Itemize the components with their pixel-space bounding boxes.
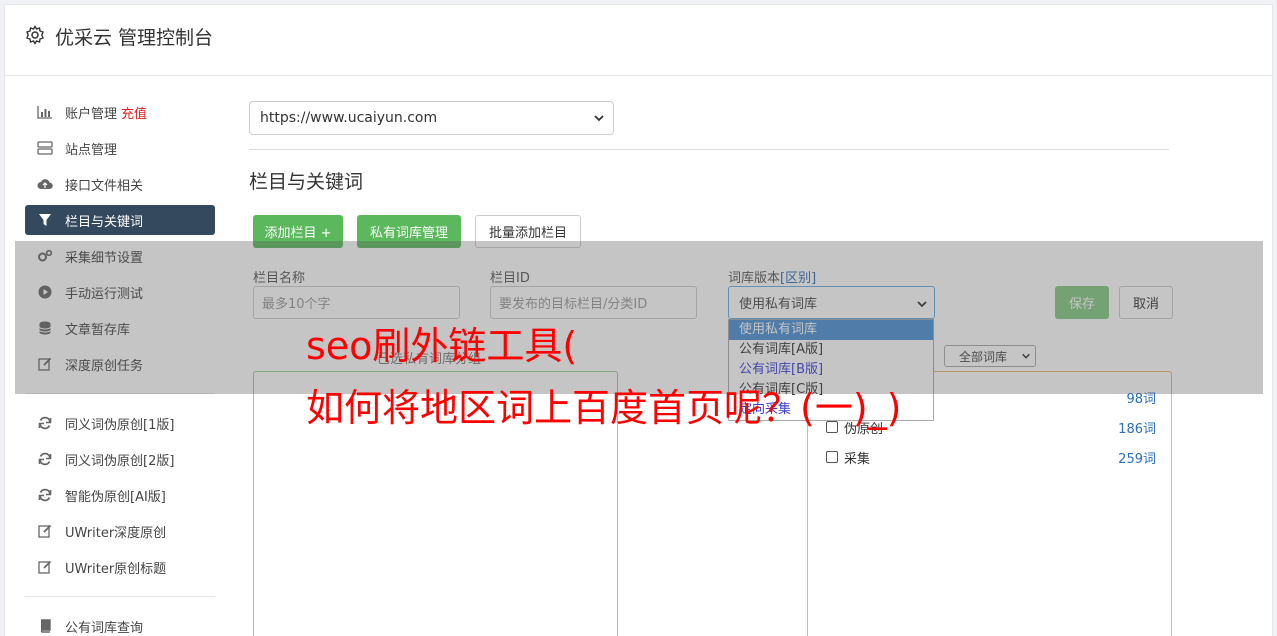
sidebar-item-synonym-v1[interactable]: 同义词伪原创[1版] (25, 408, 215, 438)
refresh-icon (37, 487, 53, 503)
site-select-value: https://www.ucaiyun.com (260, 110, 438, 126)
lib-count: 259词 (1118, 451, 1156, 467)
gear-icon (26, 25, 44, 45)
sidebar-item-label: 同义词伪原创[2版] (65, 453, 175, 469)
sidebar-item-ai-original[interactable]: 智能伪原创[AI版] (25, 480, 215, 510)
sidebar-item-uwriter-deep[interactable]: UWriter深度原创 (25, 516, 215, 546)
sidebar-item-label: 公有词库查询 (65, 620, 144, 636)
sidebar-item-label: 智能伪原创[AI版] (65, 489, 166, 505)
refresh-icon (37, 415, 53, 431)
overlay-band (15, 241, 1263, 394)
lib-checkbox[interactable] (826, 451, 838, 463)
sidebar-item-label: 账户管理 (65, 106, 118, 122)
sidebar-item-synonym-v2[interactable]: 同义词伪原创[2版] (25, 444, 215, 474)
chevron-down-icon (594, 115, 604, 122)
edit-icon (37, 559, 53, 575)
refresh-icon (37, 451, 53, 467)
overlay-title-line1: seo刷外链工具( (306, 324, 578, 368)
site-select[interactable]: https://www.ucaiyun.com (249, 101, 614, 135)
sidebar-item-sites[interactable]: 站点管理 (25, 133, 215, 163)
edit-icon (37, 523, 53, 539)
lib-name: 采集 (844, 451, 871, 467)
filter-icon (37, 212, 53, 228)
sidebar-item-label: 栏目与关键词 (65, 214, 144, 230)
sidebar-item-uwriter-title[interactable]: UWriter原创标题 (25, 552, 215, 582)
sidebar-item-account[interactable]: 账户管理 充值 (25, 97, 215, 127)
page-title: 优采云 管理控制台 (55, 27, 214, 49)
lib-row[interactable]: 采集 259词 (826, 447, 1156, 467)
sidebar-item-interface[interactable]: 接口文件相关 (25, 169, 215, 199)
bar-chart-icon (37, 104, 53, 120)
sidebar-item-label: UWriter深度原创 (65, 525, 167, 541)
sidebar-item-label: 接口文件相关 (65, 178, 144, 194)
recharge-link[interactable]: 充值 (121, 103, 147, 122)
sidebar-divider (25, 596, 215, 597)
page-header: 优采云 管理控制台 (5, 5, 1272, 76)
sidebar-item-label: 同义词伪原创[1版] (65, 417, 175, 433)
book-icon (37, 618, 53, 634)
section-title: 栏目与关键词 (249, 171, 364, 193)
sidebar-item-columns[interactable]: 栏目与关键词 (25, 205, 215, 235)
server-icon (37, 140, 53, 156)
overlay-title-line2: 如何将地区词上百度首页呢？(一)_) (306, 386, 902, 430)
sidebar-item-label: 站点管理 (65, 142, 118, 158)
cloud-upload-icon (37, 176, 53, 192)
lib-count: 186词 (1118, 421, 1156, 437)
sidebar-item-public-lib[interactable]: 公有词库查询 (25, 611, 215, 636)
divider (249, 149, 1169, 150)
sidebar-item-label: UWriter原创标题 (65, 561, 167, 577)
